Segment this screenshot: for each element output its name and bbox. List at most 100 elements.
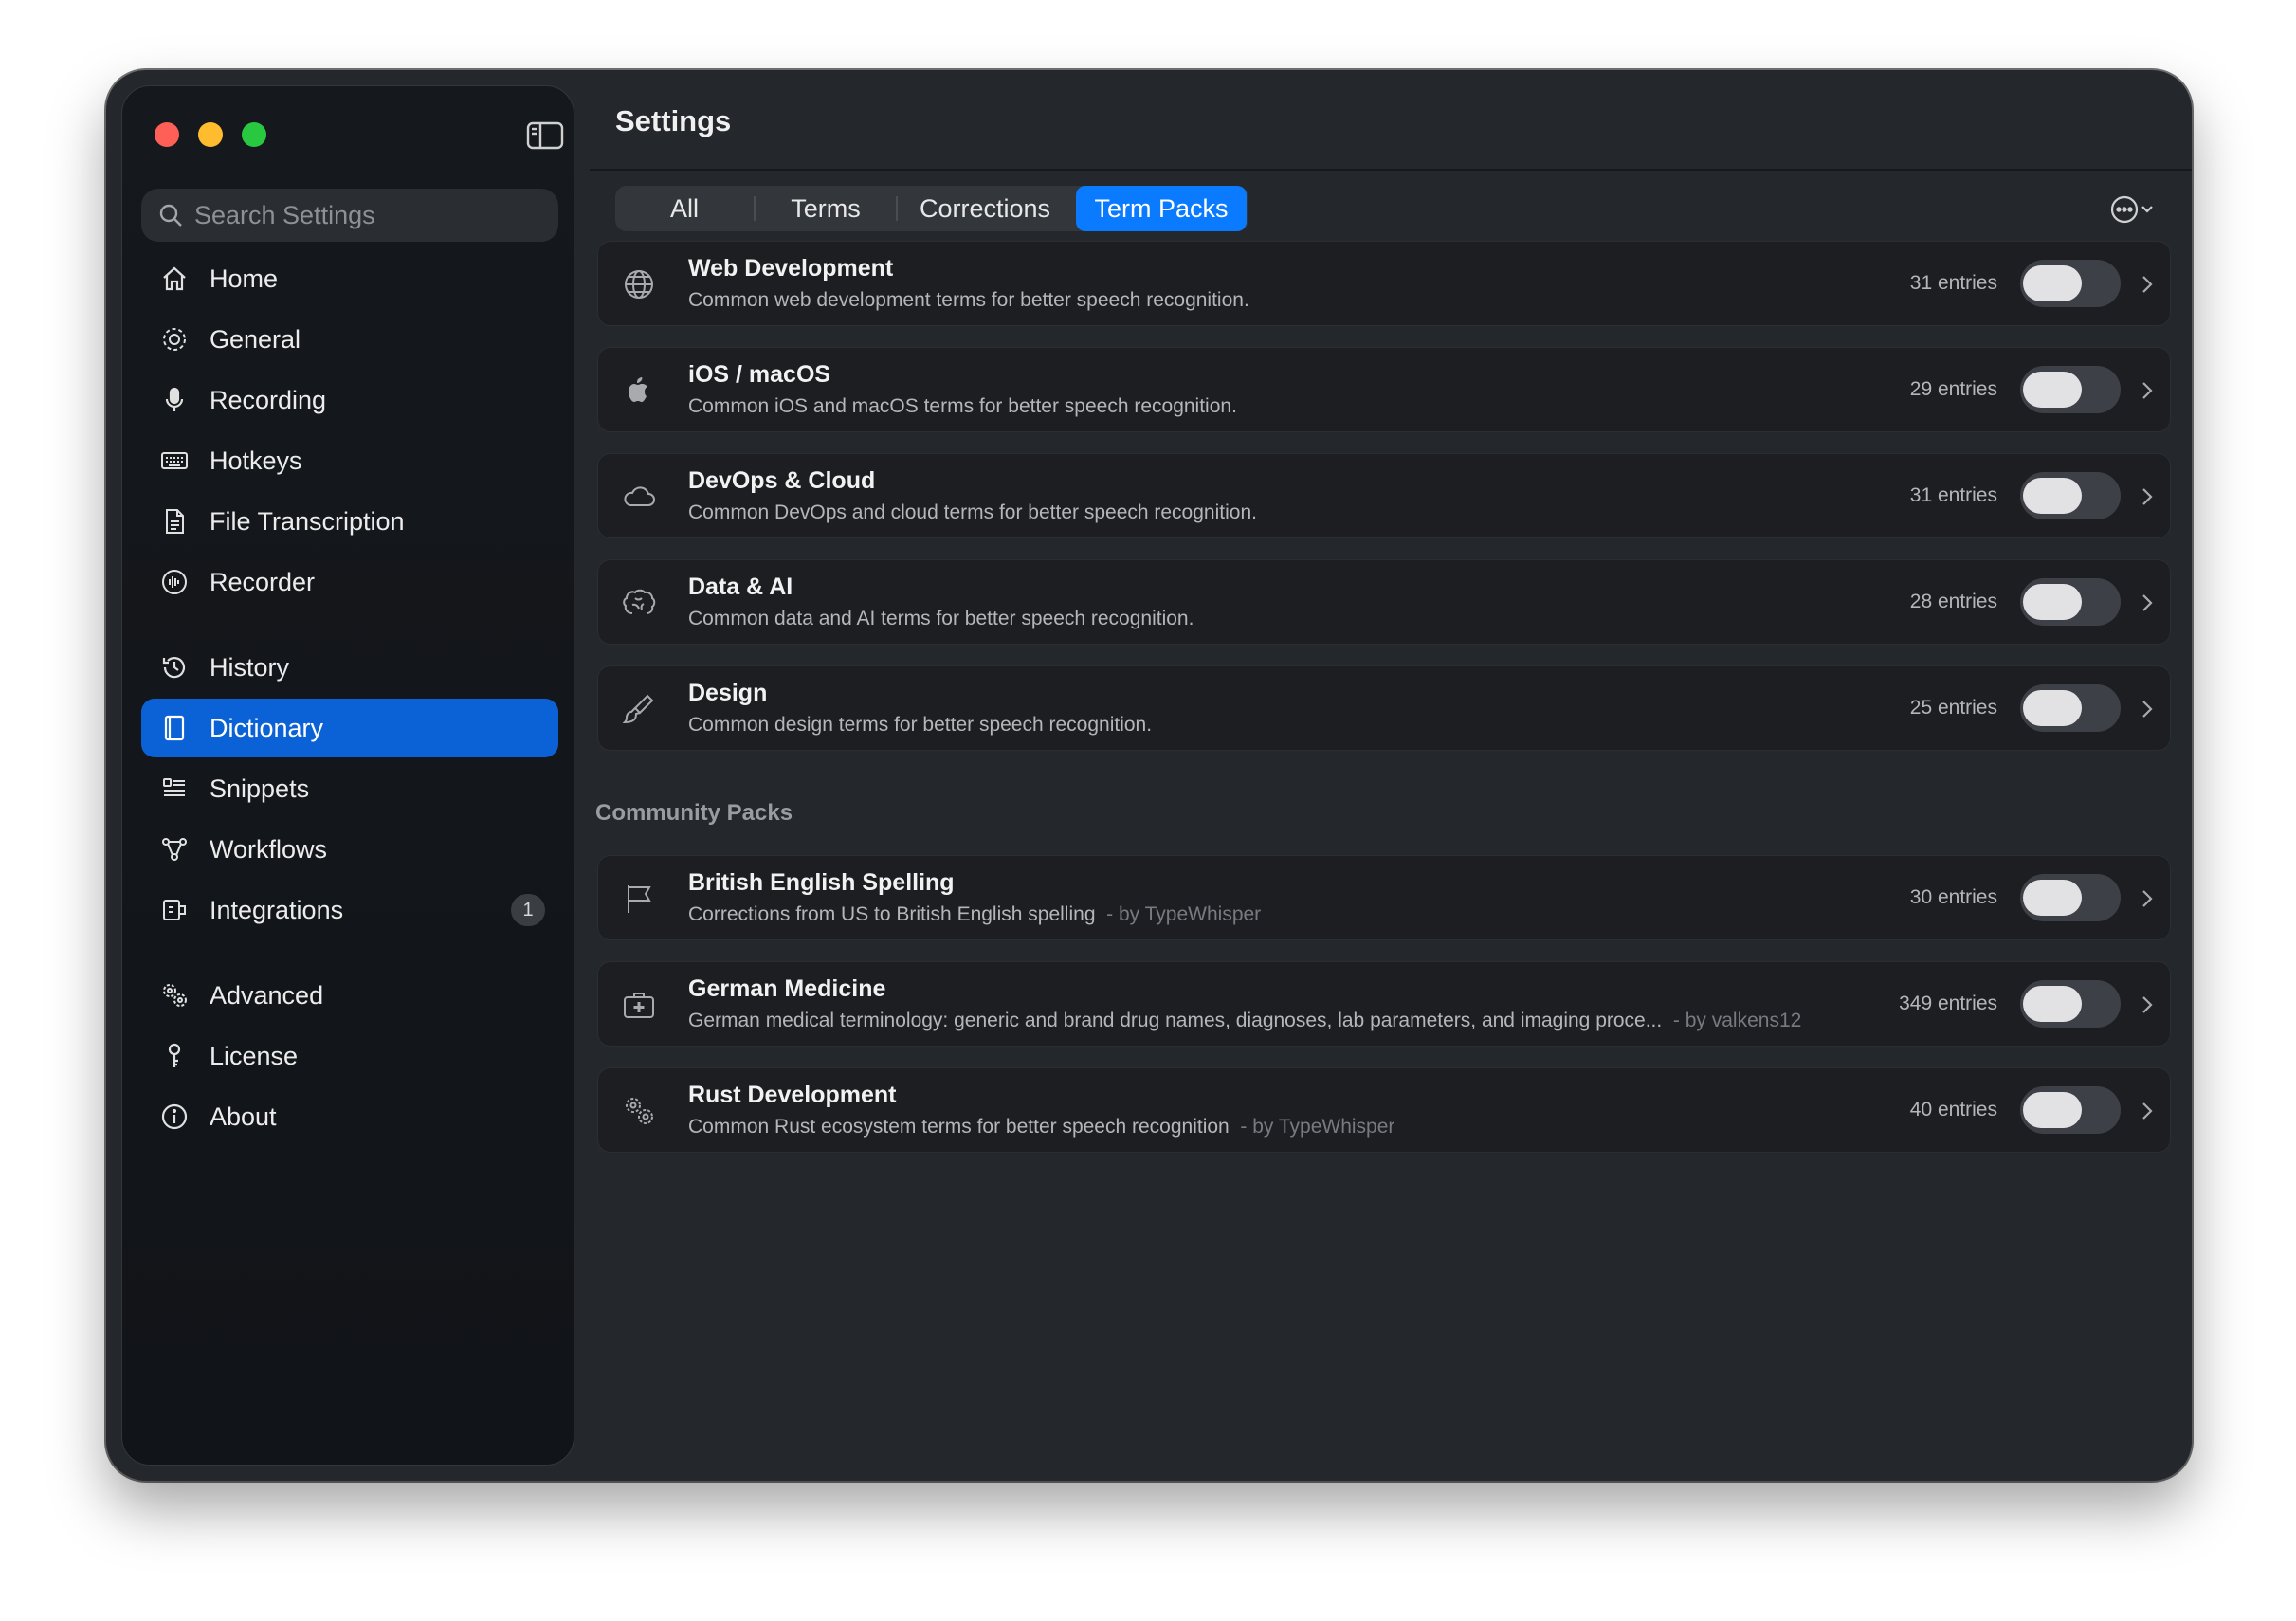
chevron-right-icon[interactable] <box>2138 991 2157 1019</box>
sidebar-item-recording[interactable]: Recording <box>141 371 558 429</box>
chevron-right-icon[interactable] <box>2138 483 2157 511</box>
gear-icon <box>158 323 191 355</box>
pack-entry-count: 40 entries <box>1909 1099 1997 1120</box>
pack-name: Design <box>688 680 768 706</box>
pack-row-web-development[interactable]: Web Development Common web development t… <box>597 241 2171 326</box>
sidebar-item-integrations[interactable]: Integrations 1 <box>141 881 558 939</box>
sidebar-item-home[interactable]: Home <box>141 249 558 308</box>
info-icon <box>158 1101 191 1133</box>
sidebar-item-recorder[interactable]: Recorder <box>141 553 558 611</box>
pack-name: Data & AI <box>688 574 793 600</box>
sidebar-item-label: Hotkeys <box>210 446 302 475</box>
pack-enable-toggle[interactable] <box>2020 874 2121 921</box>
search-icon <box>159 204 182 227</box>
more-options-button[interactable] <box>2108 193 2159 226</box>
sidebar-item-label: Snippets <box>210 774 310 803</box>
integrations-count-badge: 1 <box>511 894 545 926</box>
medical-kit-icon <box>621 987 657 1023</box>
chevron-right-icon[interactable] <box>2138 884 2157 913</box>
pack-row-ios-macos[interactable]: iOS / macOS Common iOS and macOS terms f… <box>597 347 2171 432</box>
sidebar-item-about[interactable]: About <box>141 1087 558 1146</box>
home-icon <box>158 263 191 295</box>
flag-icon <box>621 881 657 917</box>
chevron-right-icon[interactable] <box>2138 1097 2157 1125</box>
plugin-icon <box>158 894 191 926</box>
sidebar-item-label: File Transcription <box>210 506 405 536</box>
pack-author: - by TypeWhisper <box>1240 1116 1395 1138</box>
sidebar-item-label: Workflows <box>210 834 328 864</box>
pack-row-german-medicine[interactable]: German Medicine German medical terminolo… <box>597 961 2171 1047</box>
pack-name: German Medicine <box>688 975 886 1002</box>
ellipsis-circle-icon <box>2110 195 2153 224</box>
tab-all[interactable]: All <box>615 186 754 231</box>
sidebar-item-file-transcription[interactable]: File Transcription <box>141 492 558 551</box>
pack-entry-count: 28 entries <box>1909 591 1997 612</box>
window-minimize-button[interactable] <box>198 122 223 147</box>
pack-description: Common design terms for better speech re… <box>688 714 1153 736</box>
pack-enable-toggle[interactable] <box>2020 980 2121 1028</box>
key-icon <box>158 1040 191 1072</box>
sidebar-item-label: General <box>210 324 301 354</box>
keyboard-icon <box>158 445 191 477</box>
pack-entry-count: 29 entries <box>1909 378 1997 400</box>
toggle-knob <box>2023 478 2082 514</box>
pack-name: DevOps & Cloud <box>688 467 876 494</box>
pack-entry-count: 25 entries <box>1909 697 1997 719</box>
sidebar-toggle-icon[interactable] <box>526 120 564 151</box>
document-icon <box>158 505 191 537</box>
chevron-right-icon[interactable] <box>2138 695 2157 723</box>
pack-description: Common web development terms for better … <box>688 289 1249 311</box>
pack-row-devops-cloud[interactable]: DevOps & Cloud Common DevOps and cloud t… <box>597 453 2171 538</box>
sidebar-item-dictionary[interactable]: Dictionary <box>141 699 558 757</box>
sidebar: Home General Recording Hotkeys File Tran… <box>121 85 574 1466</box>
sidebar-item-label: History <box>210 652 290 682</box>
toggle-knob <box>2023 584 2082 620</box>
pack-enable-toggle[interactable] <box>2020 1086 2121 1134</box>
window-zoom-button[interactable] <box>242 122 266 147</box>
pack-name: Web Development <box>688 255 894 282</box>
cloud-icon <box>621 479 657 515</box>
sidebar-item-hotkeys[interactable]: Hotkeys <box>141 431 558 490</box>
pack-name: British English Spelling <box>688 869 955 896</box>
pack-enable-toggle[interactable] <box>2020 684 2121 732</box>
toggle-knob <box>2023 372 2082 408</box>
search-input[interactable] <box>194 200 536 230</box>
toggle-knob <box>2023 265 2082 301</box>
sidebar-item-snippets[interactable]: Snippets <box>141 759 558 818</box>
pack-row-british-english-spelling[interactable]: British English Spelling Corrections fro… <box>597 855 2171 940</box>
pack-enable-toggle[interactable] <box>2020 366 2121 413</box>
sidebar-item-advanced[interactable]: Advanced <box>141 966 558 1025</box>
globe-icon <box>621 266 657 302</box>
toggle-knob <box>2023 1092 2082 1128</box>
pack-enable-toggle[interactable] <box>2020 578 2121 626</box>
sidebar-item-general[interactable]: General <box>141 310 558 369</box>
search-field[interactable] <box>141 189 558 242</box>
apple-icon <box>621 373 657 409</box>
microphone-icon <box>158 384 191 416</box>
chevron-right-icon[interactable] <box>2138 376 2157 405</box>
pack-name: iOS / macOS <box>688 361 831 388</box>
sidebar-item-history[interactable]: History <box>141 638 558 697</box>
community-packs-header: Community Packs <box>595 800 793 826</box>
pack-row-rust-development[interactable]: Rust Development Common Rust ecosystem t… <box>597 1067 2171 1153</box>
pack-description: Common Rust ecosystem terms for better s… <box>688 1116 1395 1138</box>
chevron-right-icon[interactable] <box>2138 589 2157 617</box>
pack-description: Common data and AI terms for better spee… <box>688 608 1194 629</box>
pack-enable-toggle[interactable] <box>2020 260 2121 307</box>
chevron-right-icon[interactable] <box>2138 270 2157 299</box>
tab-corrections[interactable]: Corrections <box>898 186 1072 231</box>
brain-icon <box>621 585 657 621</box>
sidebar-item-label: Advanced <box>210 980 324 1010</box>
sidebar-item-label: Recording <box>210 385 327 414</box>
pack-row-design[interactable]: Design Common design terms for better sp… <box>597 665 2171 751</box>
pack-enable-toggle[interactable] <box>2020 472 2121 519</box>
sidebar-item-workflows[interactable]: Workflows <box>141 820 558 879</box>
toggle-knob <box>2023 690 2082 726</box>
sidebar-item-license[interactable]: License <box>141 1027 558 1085</box>
tab-terms[interactable]: Terms <box>756 186 896 231</box>
tab-term-packs[interactable]: Term Packs <box>1076 186 1247 231</box>
pack-row-data-ai[interactable]: Data & AI Common data and AI terms for b… <box>597 559 2171 645</box>
workflow-icon <box>158 833 191 865</box>
window-close-button[interactable] <box>155 122 179 147</box>
pack-author: - by TypeWhisper <box>1106 903 1262 925</box>
